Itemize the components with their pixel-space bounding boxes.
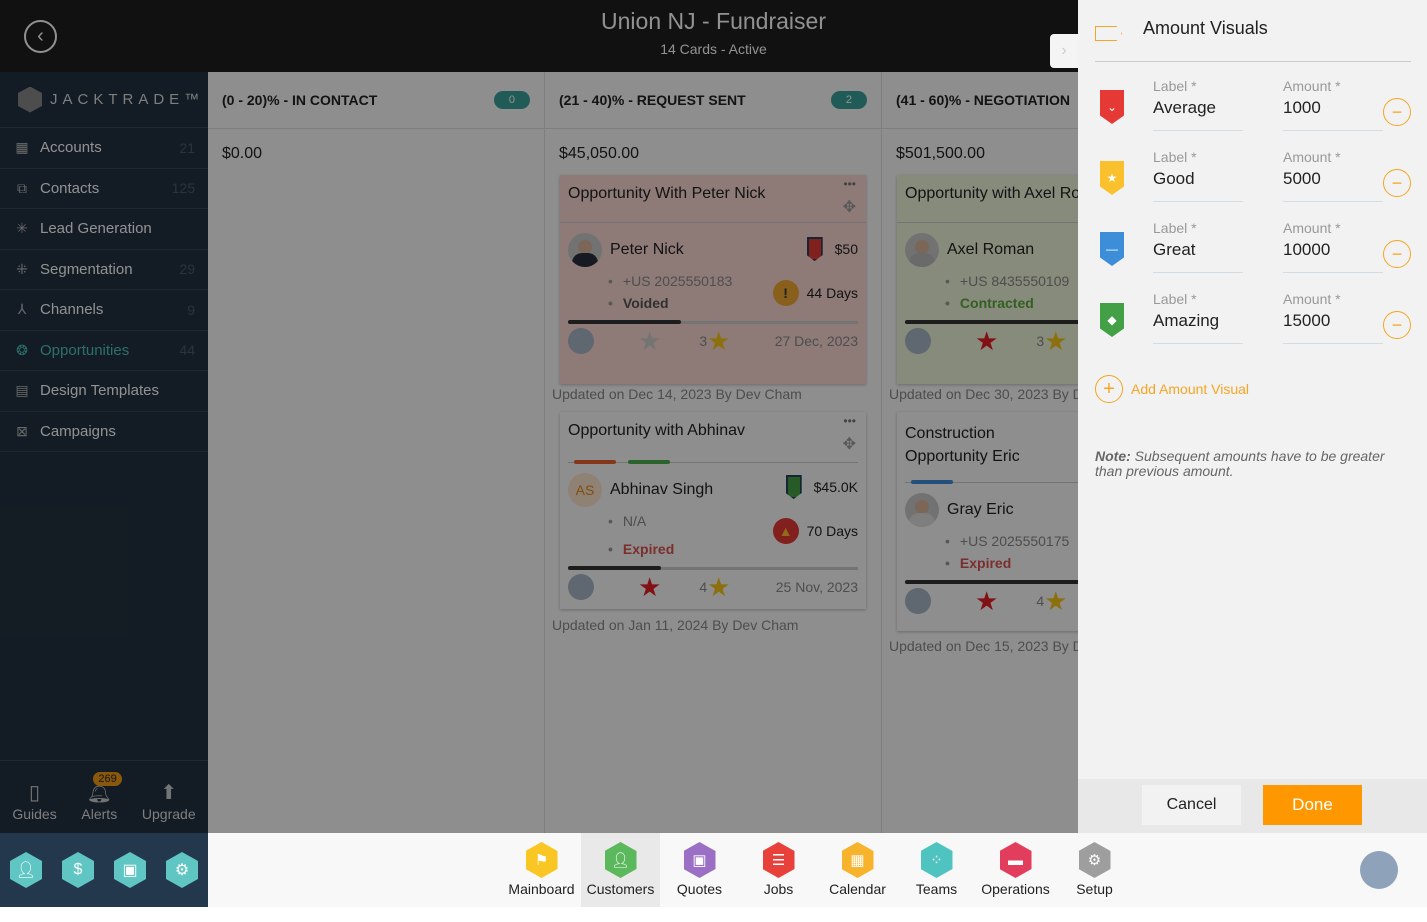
- label-value[interactable]: Amazing: [1153, 307, 1243, 331]
- teams-icon: ⁘: [920, 842, 953, 878]
- label-value[interactable]: Great: [1153, 236, 1243, 260]
- app-label: Mainboard: [508, 881, 575, 897]
- shield-icon[interactable]: ⌄: [1100, 90, 1124, 124]
- field-caption: Amount *: [1283, 220, 1341, 236]
- panel-footer: Cancel Done: [1078, 779, 1427, 833]
- label-field[interactable]: Label * Average: [1153, 78, 1243, 131]
- app-label: Calendar: [829, 881, 886, 897]
- field-caption: Amount *: [1283, 291, 1341, 307]
- amount-value[interactable]: 15000: [1283, 307, 1383, 331]
- app-jobs[interactable]: ☰ Jobs: [739, 833, 818, 907]
- app-label: Quotes: [676, 881, 723, 897]
- shield-icon[interactable]: ★: [1100, 161, 1124, 195]
- setup-icon: ⚙︎: [1078, 842, 1111, 878]
- remove-row-button[interactable]: −: [1383, 169, 1411, 197]
- customers-icon: 👤︎: [604, 842, 637, 878]
- plus-icon: +: [1095, 375, 1123, 403]
- app-mainboard[interactable]: ⚑ Mainboard: [502, 833, 581, 907]
- collapse-panel-button[interactable]: ›: [1050, 34, 1078, 68]
- label-field[interactable]: Label * Great: [1153, 220, 1243, 273]
- chevron-right-icon: ›: [1061, 42, 1067, 59]
- app-bar: ⚑ Mainboard 👤︎ Customers ▣ Quotes ☰ Jobs ▦ Calend…: [208, 833, 1427, 907]
- amount-value[interactable]: 1000: [1283, 94, 1383, 118]
- dollar-icon[interactable]: $: [62, 852, 94, 888]
- panel-header: Amount Visuals: [1095, 18, 1411, 62]
- add-label: Add Amount Visual: [1131, 381, 1250, 397]
- shield-icon[interactable]: —: [1100, 232, 1124, 266]
- note-body: Subsequent amounts have to be greater th…: [1095, 448, 1385, 479]
- panel-title: Amount Visuals: [1143, 18, 1268, 38]
- app-label: Setup: [1076, 881, 1113, 897]
- workflow-icon[interactable]: ⚙︎: [166, 852, 198, 888]
- jobs-icon: ☰: [762, 842, 795, 878]
- amount-field[interactable]: Amount * 10000: [1283, 220, 1383, 273]
- amount-visual-row: ◆ Label * Amazing Amount * 15000 −: [1095, 291, 1415, 362]
- label-field[interactable]: Label * Good: [1153, 149, 1243, 202]
- amount-visual-row: ⌄ Label * Average Amount * 1000 −: [1095, 78, 1415, 149]
- calendar-icon: ▦: [841, 842, 874, 878]
- amount-field[interactable]: Amount * 15000: [1283, 291, 1383, 344]
- app-teams[interactable]: ⁘ Teams: [897, 833, 976, 907]
- mainboard-icon: ⚑: [525, 842, 558, 878]
- amount-visual-row: ★ Label * Good Amount * 5000 −: [1095, 149, 1415, 220]
- note-text: Note: Subsequent amounts have to be grea…: [1095, 449, 1415, 479]
- app-calendar[interactable]: ▦ Calendar: [818, 833, 897, 907]
- shield-icon[interactable]: ◆: [1100, 303, 1124, 337]
- modal-overlay[interactable]: [0, 0, 1078, 833]
- field-caption: Label *: [1153, 220, 1197, 236]
- amount-value[interactable]: 5000: [1283, 165, 1383, 189]
- quick-actions: 👤︎ $ ▣ ⚙︎: [0, 833, 208, 907]
- amount-value[interactable]: 10000: [1283, 236, 1383, 260]
- quotes-icon: ▣: [683, 842, 716, 878]
- quote-icon[interactable]: ▣: [114, 852, 146, 888]
- field-caption: Label *: [1153, 291, 1197, 307]
- add-contact-icon[interactable]: 👤︎: [10, 852, 42, 888]
- remove-row-button[interactable]: −: [1383, 240, 1411, 268]
- tag-icon: [1095, 26, 1122, 41]
- field-caption: Label *: [1153, 149, 1197, 165]
- field-caption: Amount *: [1283, 149, 1341, 165]
- label-value[interactable]: Average: [1153, 94, 1243, 118]
- app-label: Jobs: [763, 881, 794, 897]
- remove-row-button[interactable]: −: [1383, 98, 1411, 126]
- add-amount-visual-button[interactable]: + Add Amount Visual: [1095, 375, 1249, 403]
- amount-field[interactable]: Amount * 5000: [1283, 149, 1383, 202]
- done-button[interactable]: Done: [1263, 785, 1362, 825]
- app-customers[interactable]: 👤︎ Customers: [581, 833, 660, 907]
- app-operations[interactable]: ▬ Operations: [976, 833, 1055, 907]
- remove-row-button[interactable]: −: [1383, 311, 1411, 339]
- label-field[interactable]: Label * Amazing: [1153, 291, 1243, 344]
- operations-icon: ▬: [999, 842, 1032, 878]
- app-label: Customers: [586, 881, 655, 897]
- field-caption: Label *: [1153, 78, 1197, 94]
- app-label: Operations: [981, 881, 1050, 897]
- amount-visuals-panel: Amount Visuals ⌄ Label * Average Amount *…: [1078, 0, 1427, 833]
- app-setup[interactable]: ⚙︎ Setup: [1055, 833, 1134, 907]
- note-label: Note:: [1095, 448, 1131, 464]
- app-quotes[interactable]: ▣ Quotes: [660, 833, 739, 907]
- user-avatar[interactable]: [1360, 851, 1398, 889]
- app-label: Teams: [915, 881, 958, 897]
- amount-visual-row: — Label * Great Amount * 10000 −: [1095, 220, 1415, 291]
- label-value[interactable]: Good: [1153, 165, 1243, 189]
- cancel-button[interactable]: Cancel: [1142, 785, 1241, 825]
- field-caption: Amount *: [1283, 78, 1341, 94]
- amount-field[interactable]: Amount * 1000: [1283, 78, 1383, 131]
